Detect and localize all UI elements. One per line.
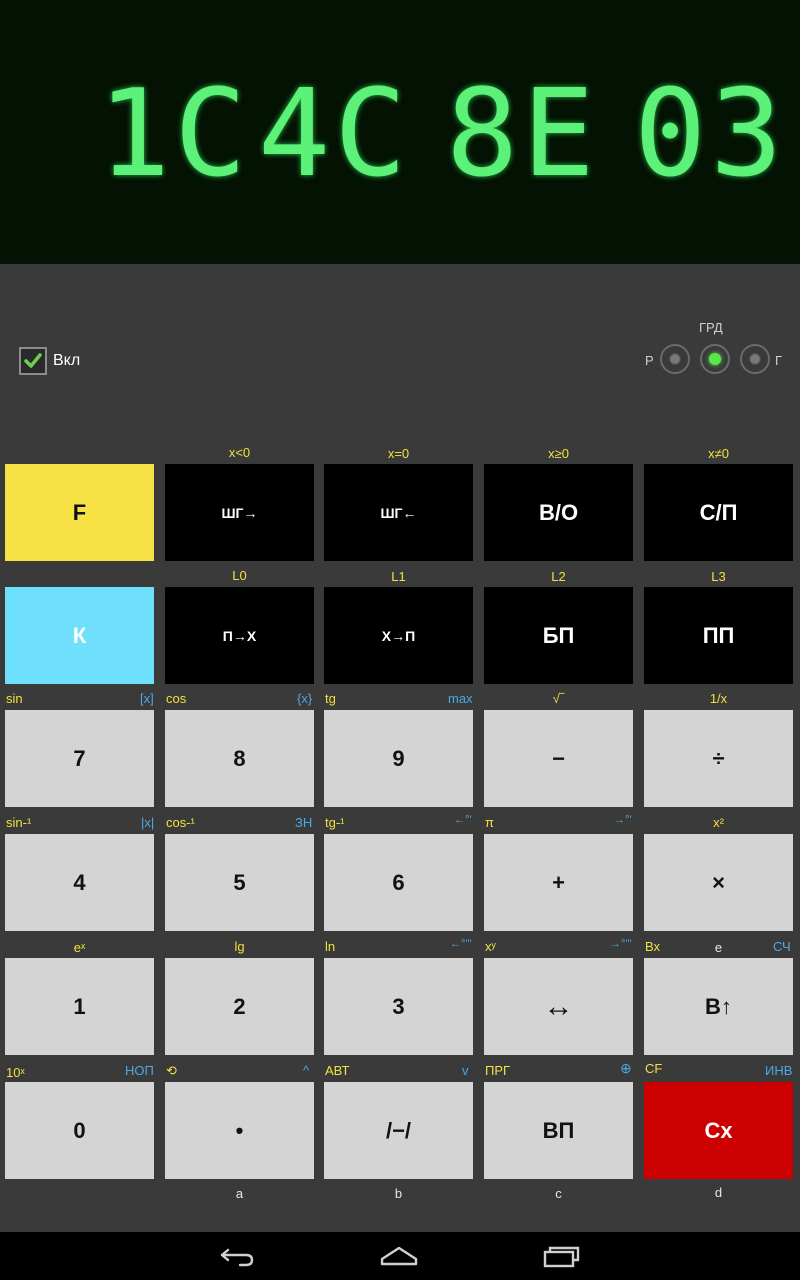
decimal-point-key[interactable]: • xyxy=(165,1082,314,1179)
label-l1: L1 xyxy=(391,569,406,584)
label-x-eq-0: x=0 xyxy=(387,446,410,461)
label-frac-part: {x} xyxy=(297,691,313,706)
radian-radio[interactable] xyxy=(660,344,690,374)
goto-key[interactable]: БП xyxy=(484,587,633,684)
label-sign: ЗН xyxy=(295,815,313,830)
display-digits-4: 03 xyxy=(634,65,787,204)
exponent-key[interactable]: ВП xyxy=(484,1082,633,1179)
label-pi: π xyxy=(485,815,494,830)
display-digits-1: 1C xyxy=(98,65,251,204)
label-l3: L3 xyxy=(711,569,726,584)
label-ten-power: 10ˣ xyxy=(6,1065,25,1080)
key-4[interactable]: 4 xyxy=(5,834,154,931)
key-8[interactable]: 8 xyxy=(165,710,314,807)
label-max: max xyxy=(448,691,473,706)
key-6[interactable]: 6 xyxy=(324,834,473,931)
back-icon[interactable] xyxy=(218,1242,258,1270)
key-9[interactable]: 9 xyxy=(324,710,473,807)
label-c: c xyxy=(555,1186,562,1201)
checkmark-icon xyxy=(24,353,42,368)
lcd-display: 1C 4C 8E 03 xyxy=(0,0,800,264)
return-key[interactable]: В/О xyxy=(484,464,633,561)
rotate-icon: ⟲ xyxy=(166,1063,177,1078)
label-arcsin: sin-¹ xyxy=(6,815,32,830)
run-stop-key[interactable]: С/П xyxy=(644,464,793,561)
key-5[interactable]: 5 xyxy=(165,834,314,931)
label-tg: tg xyxy=(325,691,336,706)
label-sqrt: √‾ xyxy=(552,691,565,706)
label-square: x² xyxy=(713,815,724,830)
degree-label: Г xyxy=(775,353,783,368)
label-counter: СЧ xyxy=(773,939,791,954)
recents-icon[interactable] xyxy=(542,1242,582,1270)
label-abs: |x| xyxy=(141,815,155,830)
label-x-less-0: x<0 xyxy=(228,445,251,460)
label-or: v xyxy=(462,1063,469,1078)
label-e: e xyxy=(714,940,723,955)
label-and: ^ xyxy=(303,1063,310,1078)
k-key[interactable]: К xyxy=(5,587,154,684)
label-x-ge-0: x≥0 xyxy=(548,446,569,461)
label-l0: L0 xyxy=(232,568,247,583)
label-exp: eˣ xyxy=(73,940,86,955)
key-3[interactable]: 3 xyxy=(324,958,473,1055)
f-key[interactable]: F xyxy=(5,464,154,561)
label-from-degrees-min-sec: →°'" xyxy=(610,938,632,950)
label-x-ne-0: x≠0 xyxy=(708,446,729,461)
label-lg: lg xyxy=(234,939,245,954)
subroutine-key[interactable]: ПП xyxy=(644,587,793,684)
label-int-part: [x] xyxy=(140,691,154,706)
label-arccos: cos-¹ xyxy=(166,815,195,830)
label-auto: АВТ xyxy=(325,1063,350,1078)
label-nop: НОП xyxy=(125,1063,154,1078)
key-2[interactable]: 2 xyxy=(165,958,314,1055)
label-arctg: tg-¹ xyxy=(325,815,345,830)
power-label: Вкл xyxy=(53,352,81,369)
label-b: b xyxy=(394,1186,403,1201)
label-sin: sin xyxy=(6,691,23,706)
plus-key[interactable]: + xyxy=(484,834,633,931)
label-cf: CF xyxy=(645,1061,663,1076)
radian-label: Р xyxy=(645,353,654,368)
step-forward-key[interactable]: ШГ→ xyxy=(165,464,314,561)
degree-radio[interactable] xyxy=(740,344,770,374)
angle-mode-title: ГРД xyxy=(699,320,723,335)
enter-key[interactable]: В↑ xyxy=(644,958,793,1055)
multiply-key[interactable]: × xyxy=(644,834,793,931)
label-a: a xyxy=(235,1186,244,1201)
label-cos: cos xyxy=(166,691,187,706)
divide-key[interactable]: ÷ xyxy=(644,710,793,807)
label-reciprocal: 1/x xyxy=(709,691,728,706)
label-program: ПРГ xyxy=(485,1063,511,1078)
label-from-degrees-min: →°' xyxy=(614,814,632,826)
grad-radio[interactable] xyxy=(700,344,730,374)
minus-key[interactable]: − xyxy=(484,710,633,807)
key-0[interactable]: 0 xyxy=(5,1082,154,1179)
display-digits-3: 8E xyxy=(446,65,599,204)
power-checkbox[interactable] xyxy=(19,347,47,375)
display-digits-2: 4C xyxy=(258,65,411,204)
label-to-degrees-min: ←°' xyxy=(454,814,472,826)
label-power: xʸ xyxy=(485,939,496,954)
negate-key[interactable]: /−/ xyxy=(324,1082,473,1179)
label-ln: ln xyxy=(325,939,336,954)
memory-to-x-key[interactable]: П→X xyxy=(165,587,314,684)
key-1[interactable]: 1 xyxy=(5,958,154,1055)
swap-key[interactable]: ↔ xyxy=(484,958,633,1055)
x-to-memory-key[interactable]: X→П xyxy=(324,587,473,684)
home-icon[interactable] xyxy=(379,1242,419,1270)
key-7[interactable]: 7 xyxy=(5,710,154,807)
navigation-bar xyxy=(0,1232,800,1280)
step-back-key[interactable]: ШГ← xyxy=(324,464,473,561)
label-l2: L2 xyxy=(551,569,566,584)
label-d: d xyxy=(714,1185,723,1200)
clear-x-key[interactable]: Сx xyxy=(644,1082,793,1179)
label-to-degrees-min-sec: ←°'" xyxy=(450,938,472,950)
label-inverse: ИНВ xyxy=(765,1063,793,1078)
xor-icon: ⊕ xyxy=(620,1060,632,1076)
